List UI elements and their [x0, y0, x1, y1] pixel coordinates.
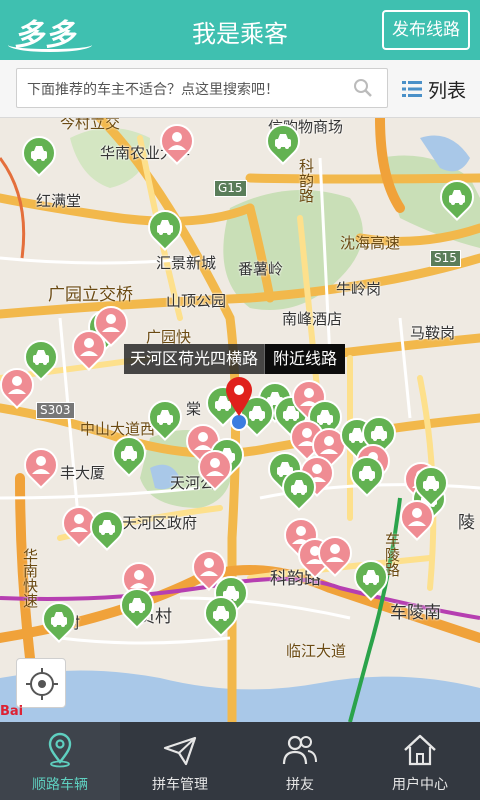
- map-label: 南峰酒店: [282, 310, 343, 328]
- map-label: 今村立交: [60, 118, 121, 132]
- driver-pin-icon[interactable]: [82, 502, 132, 554]
- highway-shield: S303: [36, 402, 75, 419]
- tooltip-location: 天河区荷光四横路: [130, 349, 259, 368]
- driver-pin-icon[interactable]: [140, 392, 190, 444]
- passenger-pin-icon[interactable]: [310, 528, 360, 580]
- driver-pin-icon[interactable]: [14, 128, 64, 180]
- driver-pin-icon[interactable]: [258, 118, 308, 168]
- map-label: 车陵南: [390, 603, 441, 623]
- search-icon[interactable]: [353, 78, 373, 98]
- header-bar: 多多 我是乘客 发布线路: [0, 0, 480, 60]
- search-placeholder: 下面推荐的车主不适合？点这里搜索吧！: [27, 82, 279, 98]
- nav-item-nearby-cars[interactable]: 顺路车辆: [0, 722, 120, 800]
- map-label: 红满堂: [36, 192, 82, 210]
- map-label: 汇景新城: [156, 254, 217, 272]
- passenger-pin-icon[interactable]: [190, 442, 240, 494]
- road-label: 沈海高速: [340, 234, 401, 252]
- map-view[interactable]: 今村立交 华南农业大学 信购物商场 红满堂 科韵路 沈海高速 汇景新城 番薯岭 …: [0, 118, 480, 722]
- passenger-pin-icon[interactable]: [152, 118, 202, 168]
- passenger-pin-icon[interactable]: [16, 440, 66, 492]
- passenger-pin-icon[interactable]: [86, 298, 136, 350]
- location-marker-icon: [226, 377, 252, 431]
- driver-pin-icon[interactable]: [196, 588, 246, 640]
- search-input[interactable]: 下面推荐的车主不适合？点这里搜索吧！: [16, 68, 388, 108]
- highway-shield: S15: [430, 250, 461, 267]
- list-icon: [402, 81, 422, 97]
- map-label: 陵: [458, 513, 475, 533]
- crosshair-icon: [26, 668, 58, 700]
- map-label: 丰大厦: [60, 464, 106, 482]
- nav-item-carpool-manage[interactable]: 拼车管理: [120, 722, 240, 800]
- locate-me-button[interactable]: [16, 658, 66, 708]
- driver-pin-icon[interactable]: [346, 552, 396, 604]
- road-label: 广园立交桥: [48, 285, 133, 305]
- driver-pin-icon[interactable]: [274, 462, 324, 514]
- nav-label: 拼车管理: [152, 777, 208, 793]
- driver-pin-icon[interactable]: [342, 448, 392, 500]
- passenger-pin-icon[interactable]: [0, 360, 42, 412]
- highway-shield: G15: [214, 180, 247, 197]
- nav-item-user-center[interactable]: 用户中心: [360, 722, 480, 800]
- driver-pin-icon[interactable]: [104, 428, 154, 480]
- bottom-nav: 顺路车辆 拼车管理 拼友 用户中心: [0, 722, 480, 800]
- nav-label: 用户中心: [392, 777, 448, 793]
- map-label: 山顶公园: [166, 292, 227, 310]
- location-tooltip[interactable]: 天河区荷光四横路 附近线路: [124, 344, 346, 374]
- nav-label: 拼友: [286, 777, 314, 793]
- map-label: 马鞍岗: [410, 324, 456, 342]
- map-label: 番薯岭: [238, 260, 284, 278]
- nav-item-friends[interactable]: 拼友: [240, 722, 360, 800]
- map-label: 天河区政府: [122, 514, 198, 532]
- nearby-routes-button[interactable]: 附近线路: [264, 344, 346, 374]
- map-label: 棠: [186, 400, 202, 418]
- publish-route-button[interactable]: 发布线路: [382, 10, 470, 50]
- map-label: 牛岭岗: [336, 280, 382, 298]
- driver-pin-icon[interactable]: [140, 202, 190, 254]
- friends-icon: [282, 735, 317, 765]
- nav-label: 顺路车辆: [32, 777, 88, 793]
- search-bar: 下面推荐的车主不适合？点这里搜索吧！ 列表: [0, 60, 480, 118]
- driver-pin-icon[interactable]: [34, 594, 84, 646]
- road-label: 华南快速: [21, 548, 39, 608]
- map-watermark: Bai: [0, 704, 24, 719]
- location-pin-icon: [48, 732, 72, 768]
- driver-pin-icon[interactable]: [432, 172, 480, 224]
- list-label: 列表: [428, 80, 467, 102]
- send-icon: [163, 736, 197, 766]
- driver-pin-icon[interactable]: [112, 580, 162, 632]
- driver-pin-icon[interactable]: [406, 458, 456, 510]
- home-icon: [404, 734, 436, 766]
- road-label: 临江大道: [286, 642, 347, 660]
- list-view-button[interactable]: 列表: [402, 76, 472, 102]
